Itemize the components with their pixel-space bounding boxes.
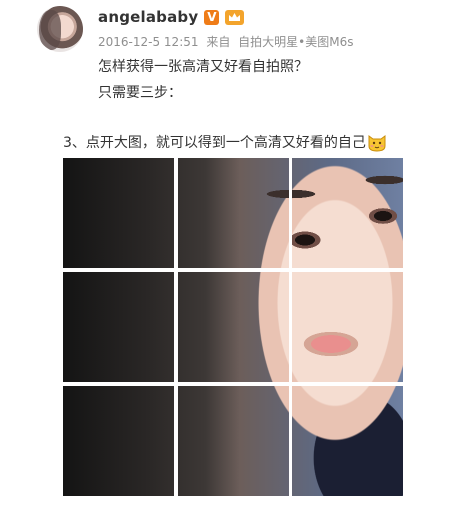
photo-tile[interactable] — [178, 272, 289, 382]
photo-tile[interactable] — [292, 386, 403, 496]
photo-tile[interactable] — [63, 272, 174, 382]
photo-grid — [63, 158, 403, 497]
post-text-line-1: 怎样获得一张高清又好看自拍照？ — [98, 59, 308, 75]
weibo-post: angelababy V 2016-12-5 12:51 来自 自拍大明星•美图… — [0, 0, 462, 518]
post-source-device[interactable]: 自拍大明星•美图M6s — [238, 35, 353, 49]
avatar-hair — [39, 10, 61, 50]
photo-tile[interactable] — [292, 272, 403, 382]
name-row: angelababy V — [98, 8, 245, 26]
photo-tile[interactable] — [63, 158, 174, 268]
post-meta: 2016-12-5 12:51 来自 自拍大明星•美图M6s — [98, 33, 358, 50]
cat-emoji-icon — [367, 132, 387, 152]
username[interactable]: angelababy — [98, 8, 198, 26]
photo-tile[interactable] — [63, 386, 174, 496]
photo-tile[interactable] — [178, 386, 289, 496]
from-label: 来自 — [206, 35, 231, 49]
step-text: 3、点开大图，就可以得到一个高清又好看的自己 — [63, 135, 366, 151]
post-datetime[interactable]: 2016-12-5 12:51 — [98, 35, 199, 49]
avatar[interactable] — [37, 6, 83, 52]
photo-tile[interactable] — [178, 158, 289, 268]
verified-v-icon: V — [204, 9, 220, 25]
photo-tile[interactable] — [292, 158, 403, 268]
post-text-line-2: 只需要三步： — [98, 85, 182, 101]
crown-icon — [225, 9, 245, 25]
post-step-line: 3、点开大图，就可以得到一个高清又好看的自己 — [63, 132, 387, 152]
